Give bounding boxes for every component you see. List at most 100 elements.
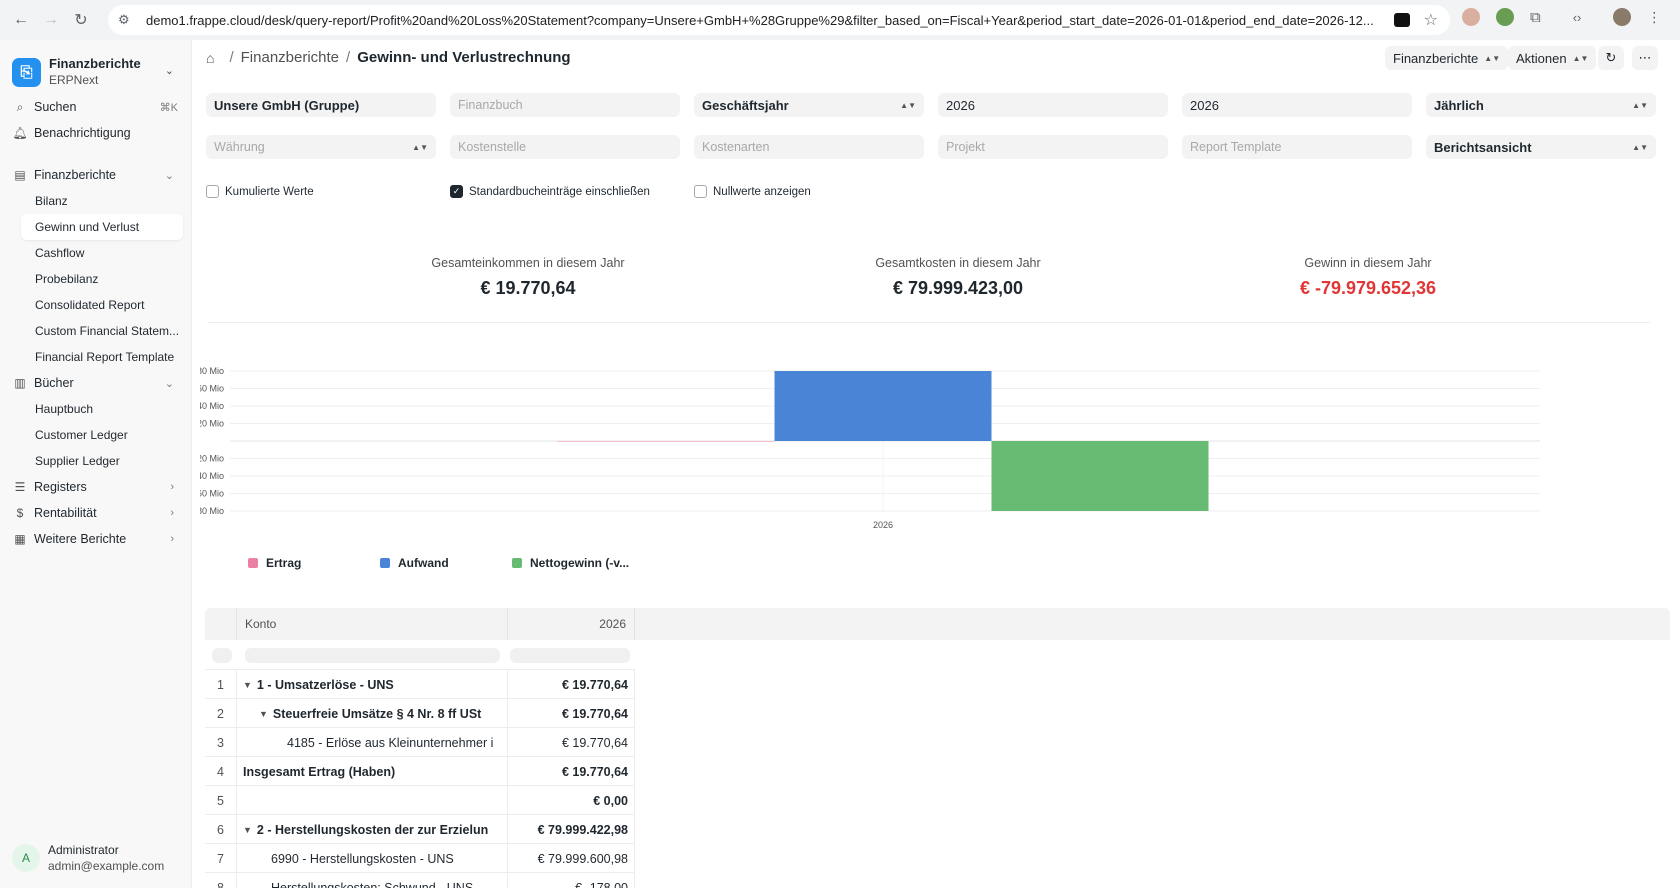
checkbox-box[interactable]: [694, 185, 707, 198]
table-row[interactable]: 6 ▼ 2 - Herstellungskosten der zur Erzielu…: [205, 815, 635, 844]
cumulative-label: Kumulierte Werte: [225, 185, 314, 198]
show-zero-values-checkbox[interactable]: Nullwerte anzeigen: [694, 185, 811, 198]
sidebar-notifications[interactable]: 🔔︎ Benachrichtigung: [12, 120, 182, 146]
back-icon[interactable]: ←: [6, 5, 36, 35]
actions-button[interactable]: Aktionen ▲▼: [1508, 46, 1597, 70]
app-switcher[interactable]: ⎘ Finanzberichte ERPNext ⌄: [12, 54, 182, 90]
legend-item[interactable]: Aufwand: [380, 556, 449, 570]
amount-cell: € 19.770,64: [508, 757, 635, 786]
table-row[interactable]: 5 € 0,00: [205, 786, 635, 815]
sidebar-item-cashflow[interactable]: Cashflow: [21, 240, 183, 266]
checkbox-checked-icon[interactable]: ✓: [450, 185, 463, 198]
report-template-field[interactable]: Report Template: [1182, 135, 1412, 159]
sidebar-group-buecher[interactable]: ▥ Bücher ⌄: [12, 370, 182, 396]
account-cell[interactable]: 6990 - Herstellungskosten - UNS: [237, 844, 508, 873]
company-field[interactable]: Unsere GmbH (Gruppe): [206, 93, 436, 117]
sidebar-group-weitere-berichte[interactable]: ▦ Weitere Berichte ›: [12, 526, 182, 552]
legend-swatch: [512, 558, 522, 568]
amount-cell: € 19.770,64: [508, 670, 635, 699]
account-cell[interactable]: Herstellungskosten: Schwund - UNS: [237, 873, 508, 888]
cumulative-checkbox[interactable]: Kumulierte Werte: [206, 185, 314, 198]
address-bar[interactable]: ⚙ demo1.frappe.cloud/desk/query-report/P…: [108, 5, 1450, 35]
reload-icon[interactable]: ↻: [66, 5, 96, 35]
extension-leaf-icon[interactable]: [1496, 8, 1514, 26]
table-row[interactable]: 7 6990 - Herstellungskosten - UNS € 79.999…: [205, 844, 635, 873]
from-fiscal-year-field[interactable]: 2026: [938, 93, 1168, 117]
table-row[interactable]: 4 Insgesamt Ertrag (Haben) € 19.770,64: [205, 757, 635, 786]
include-default-entries-checkbox[interactable]: ✓ Standardbucheinträge einschließen: [450, 185, 650, 198]
sidebar-search-label: Suchen: [34, 100, 77, 114]
account-cell[interactable]: Insgesamt Ertrag (Haben): [237, 757, 508, 786]
updown-icon: ▲▼: [1572, 53, 1589, 63]
search-shortcut: ⌘K: [159, 101, 178, 114]
breadcrumb-parent[interactable]: Finanzberichte: [241, 49, 339, 66]
finance-book-field[interactable]: Finanzbuch: [450, 93, 680, 117]
checkbox-box[interactable]: [206, 185, 219, 198]
cost-center-field[interactable]: Kostenstelle: [450, 135, 680, 159]
currency-select[interactable]: Währung ▲▼: [206, 135, 436, 159]
account-filter-input[interactable]: [245, 648, 500, 663]
column-header-year[interactable]: 2026: [508, 608, 635, 640]
sidebar-item-consolidated-report[interactable]: Consolidated Report: [21, 292, 183, 318]
bookmark-star-icon[interactable]: ☆: [1424, 10, 1438, 30]
site-settings-icon[interactable]: ⚙: [118, 12, 138, 28]
refresh-button[interactable]: ↻: [1598, 46, 1624, 70]
collapse-chevron-icon[interactable]: ▼: [259, 709, 268, 719]
amount-cell: € 19.770,64: [508, 699, 635, 728]
home-icon[interactable]: ⌂: [206, 50, 214, 66]
sidebar-item-custom-financial-statement[interactable]: Custom Financial Statem...: [21, 318, 183, 344]
periodicity-select[interactable]: Jährlich ▲▼: [1426, 93, 1656, 117]
sidebar-item-gewinn-und-verlust[interactable]: Gewinn und Verlust: [21, 214, 183, 240]
year-filter-input[interactable]: [510, 648, 630, 663]
bar-2: [774, 371, 992, 441]
sidebar-item-bilanz[interactable]: Bilanz: [21, 188, 183, 214]
legend-item[interactable]: Nettogewinn (-v...: [512, 556, 629, 570]
extensions-puzzle-icon[interactable]: ⧉: [1530, 9, 1541, 26]
user-menu[interactable]: A Administrator admin@example.com: [12, 842, 164, 874]
sidebar-group-registers[interactable]: ☰ Registers ›: [12, 474, 182, 500]
profile-avatar-icon[interactable]: [1613, 8, 1632, 26]
dollar-icon: $: [16, 506, 24, 520]
table-row[interactable]: 8 Herstellungskosten: Schwund - UNS € -178…: [205, 873, 635, 888]
sidebar-item-hauptbuch[interactable]: Hauptbuch: [21, 396, 183, 422]
view-select[interactable]: Berichtsansicht ▲▼: [1426, 135, 1656, 159]
extension-avatar-icon[interactable]: [1462, 8, 1480, 26]
sidebar-item-financial-report-template[interactable]: Financial Report Template: [21, 344, 183, 370]
forward-icon[interactable]: →: [36, 5, 66, 35]
workspace-select-button[interactable]: Finanzberichte ▲▼: [1385, 46, 1509, 70]
amount-cell: € 79.999.600,98: [508, 844, 635, 873]
account-cell[interactable]: 4185 - Erlöse aus Kleinunternehmer i: [237, 728, 508, 757]
sidebar-item-supplier-ledger[interactable]: Supplier Ledger: [21, 448, 183, 474]
cost-types-field[interactable]: Kostenarten: [694, 135, 924, 159]
filter-based-on-select[interactable]: Geschäftsjahr ▲▼: [694, 93, 924, 117]
project-field[interactable]: Projekt: [938, 135, 1168, 159]
table-row[interactable]: 1 ▼ 1 - Umsatzerlöse - UNS € 19.770,64: [205, 670, 635, 699]
extension-icon[interactable]: [1394, 13, 1410, 27]
sidebar-group-label: Rentabilität: [34, 506, 97, 520]
devtools-icon[interactable]: ‹›: [1573, 10, 1582, 25]
sidebar-search[interactable]: ⌕ Suchen ⌘K: [12, 94, 182, 120]
account-cell[interactable]: ▼ Steuerfreie Umsätze § 4 Nr. 8 ff USt: [237, 699, 508, 728]
legend-item[interactable]: Ertrag: [248, 556, 301, 570]
account-cell[interactable]: ▼ 1 - Umsatzerlöse - UNS: [237, 670, 508, 699]
app-subtitle: ERPNext: [49, 73, 99, 87]
collapse-chevron-icon[interactable]: ▼: [243, 680, 252, 690]
sidebar-group-label: Finanzberichte: [34, 168, 116, 182]
sidebar-item-probebilanz[interactable]: Probebilanz: [21, 266, 183, 292]
table-row[interactable]: 2 ▼ Steuerfreie Umsätze § 4 Nr. 8 ff USt € …: [205, 699, 635, 728]
url-text[interactable]: demo1.frappe.cloud/desk/query-report/Pro…: [146, 13, 1386, 28]
table-row[interactable]: 3 4185 - Erlöse aus Kleinunternehmer i € 1…: [205, 728, 635, 757]
to-fiscal-year-field[interactable]: 2026: [1182, 93, 1412, 117]
filter-toggle[interactable]: [212, 648, 232, 663]
more-button[interactable]: ⋯: [1632, 46, 1658, 70]
collapse-chevron-icon[interactable]: ▼: [243, 825, 252, 835]
account-cell[interactable]: ▼ 2 - Herstellungskosten der zur Erzielun: [237, 815, 508, 844]
browser-menu-icon[interactable]: ⋮: [1647, 9, 1661, 26]
sidebar-item-customer-ledger[interactable]: Customer Ledger: [21, 422, 183, 448]
include-default-entries-label: Standardbucheinträge einschließen: [469, 185, 650, 198]
summary-value: € 19.770,64: [480, 278, 576, 298]
sidebar-group-finanzberichte[interactable]: ▤ Finanzberichte ⌄: [12, 162, 182, 188]
sidebar-group-rentabilitaet[interactable]: $ Rentabilität ›: [12, 500, 182, 526]
column-header-account[interactable]: Konto: [237, 608, 508, 640]
account-cell[interactable]: [237, 786, 508, 815]
